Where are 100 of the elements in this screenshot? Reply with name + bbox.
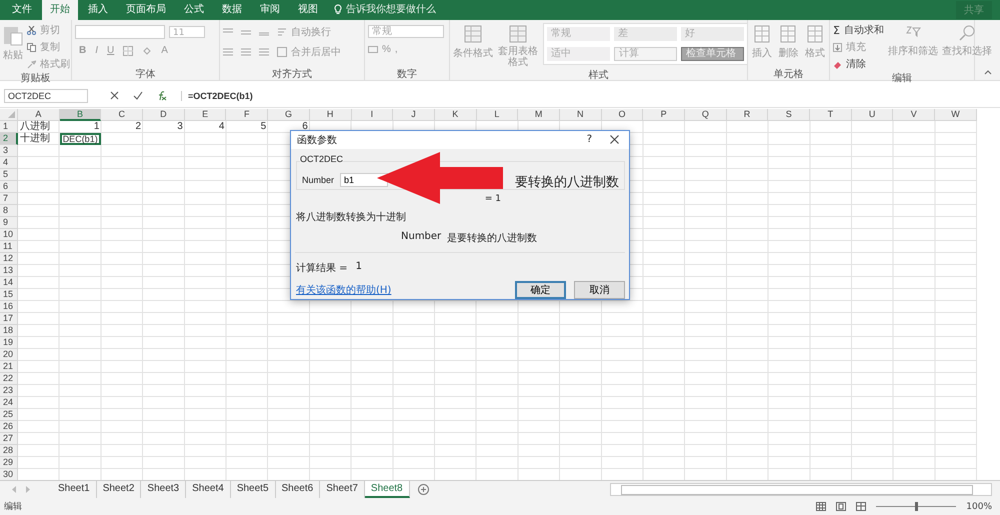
- tell-me-field[interactable]: 告诉我你想要做什么: [346, 2, 436, 20]
- row-header[interactable]: 27: [0, 432, 18, 445]
- row-header[interactable]: 14: [0, 276, 18, 289]
- page-layout-icon[interactable]: [836, 502, 846, 512]
- collapse-ribbon-icon[interactable]: [984, 70, 992, 75]
- zoom-level[interactable]: 100%: [966, 502, 992, 512]
- row-header[interactable]: 4: [0, 156, 18, 169]
- ok-button[interactable]: 确定: [515, 280, 566, 299]
- help-button[interactable]: ?: [586, 134, 592, 146]
- column-header[interactable]: S: [768, 108, 810, 121]
- group-label: 样式: [588, 68, 610, 81]
- column-header[interactable]: E: [184, 108, 226, 121]
- column-header[interactable]: I: [352, 108, 394, 121]
- row-header[interactable]: 24: [0, 396, 18, 409]
- row-header[interactable]: 22: [0, 372, 18, 385]
- row-header[interactable]: 9: [0, 216, 18, 229]
- column-header[interactable]: D: [143, 108, 185, 121]
- group-label: 编辑: [891, 72, 913, 84]
- ribbon-tab[interactable]: 文件: [4, 0, 40, 20]
- font-name-field[interactable]: [75, 25, 165, 39]
- group-label: 对齐方式: [271, 68, 313, 80]
- row-header[interactable]: 18: [0, 324, 18, 337]
- column-header[interactable]: B: [60, 108, 102, 121]
- table-cell-text: 4: [218, 120, 226, 133]
- row-header[interactable]: 17: [0, 312, 18, 325]
- row-header[interactable]: 20: [0, 348, 18, 361]
- row-header[interactable]: 21: [0, 360, 18, 373]
- name-box[interactable]: OCT2DEC: [4, 88, 88, 103]
- row-header[interactable]: 3: [0, 144, 18, 157]
- horizontal-scrollbar[interactable]: [610, 483, 992, 496]
- sheet-tab[interactable]: Sheet8: [364, 481, 410, 498]
- ribbon-tab[interactable]: 数据: [214, 0, 250, 20]
- table-cell: DEC(b1): [60, 132, 102, 145]
- row-header[interactable]: 15: [0, 288, 18, 301]
- row-header[interactable]: 16: [0, 300, 18, 313]
- row-header[interactable]: 13: [0, 264, 18, 277]
- close-icon[interactable]: [610, 135, 619, 144]
- table-cell-text: 1: [92, 120, 100, 133]
- ribbon-tab[interactable]: 视图: [290, 0, 326, 20]
- brush-icon: [27, 60, 36, 68]
- checkmark-icon[interactable]: [133, 91, 143, 100]
- ribbon-tab[interactable]: 审阅: [252, 0, 288, 20]
- ribbon-tab[interactable]: 页面布局: [118, 0, 174, 20]
- row-header[interactable]: 12: [0, 252, 18, 265]
- copy-icon: [27, 42, 36, 52]
- ribbon-tab[interactable]: 开始: [42, 0, 78, 20]
- column-header[interactable]: H: [310, 108, 352, 121]
- page-break-icon[interactable]: [856, 502, 866, 512]
- row-header[interactable]: 23: [0, 384, 18, 397]
- row-header[interactable]: 29: [0, 456, 18, 469]
- column-header[interactable]: P: [643, 108, 685, 121]
- row-header[interactable]: 26: [0, 420, 18, 433]
- column-header[interactable]: W: [935, 108, 977, 121]
- row-header[interactable]: 1: [0, 120, 18, 133]
- argument-field[interactable]: b1: [340, 172, 388, 187]
- column-header[interactable]: C: [101, 108, 144, 121]
- lightbulb-icon: [334, 4, 342, 15]
- formula-field[interactable]: =OCT2DEC(b1): [181, 90, 996, 101]
- row-header[interactable]: 5: [0, 168, 18, 181]
- row-header[interactable]: 30: [0, 468, 18, 480]
- row-header[interactable]: 11: [0, 240, 18, 253]
- cancel-button[interactable]: 取消: [574, 280, 625, 299]
- column-header[interactable]: T: [810, 108, 852, 121]
- column-header[interactable]: J: [393, 108, 435, 121]
- triangle-icon: [8, 110, 15, 118]
- clear-button[interactable]: 清除: [846, 57, 866, 71]
- column-header[interactable]: L: [476, 108, 518, 121]
- ribbon-tab[interactable]: 公式: [176, 0, 212, 20]
- row-header[interactable]: 7: [0, 192, 18, 205]
- zoom-slider-thumb[interactable]: [914, 502, 918, 512]
- row-header[interactable]: 8: [0, 204, 18, 217]
- function-icon[interactable]: [157, 90, 167, 101]
- column-header[interactable]: R: [726, 108, 768, 121]
- add-sheet-icon[interactable]: [418, 484, 429, 496]
- group-label: 字体: [134, 68, 156, 80]
- column-header[interactable]: V: [893, 108, 936, 121]
- autosum-button[interactable]: 自动求和: [844, 23, 884, 37]
- column-header[interactable]: K: [434, 108, 477, 121]
- eraser-icon: [833, 60, 842, 68]
- column-header[interactable]: G: [268, 108, 310, 121]
- row-header[interactable]: 19: [0, 336, 18, 349]
- cancel-icon[interactable]: [110, 91, 119, 100]
- column-header[interactable]: N: [560, 108, 602, 121]
- column-header[interactable]: O: [602, 108, 644, 121]
- table-cell-text: 5: [260, 120, 268, 133]
- row-header[interactable]: 25: [0, 408, 18, 421]
- row-header[interactable]: 10: [0, 228, 18, 241]
- column-header[interactable]: M: [518, 108, 560, 121]
- border-icon: [123, 46, 134, 56]
- cells-icon: [806, 25, 823, 43]
- row-header[interactable]: 28: [0, 444, 18, 457]
- normal-view-icon[interactable]: [816, 502, 826, 512]
- ribbon-tab[interactable]: 插入: [80, 0, 116, 20]
- column-header[interactable]: Q: [685, 108, 727, 121]
- column-header[interactable]: A: [18, 108, 60, 121]
- row-header[interactable]: 2: [0, 132, 18, 145]
- row-header[interactable]: 6: [0, 180, 18, 193]
- column-header[interactable]: F: [226, 108, 268, 121]
- help-link[interactable]: 有关该函数的帮助(H): [296, 282, 392, 297]
- column-header[interactable]: U: [852, 108, 894, 121]
